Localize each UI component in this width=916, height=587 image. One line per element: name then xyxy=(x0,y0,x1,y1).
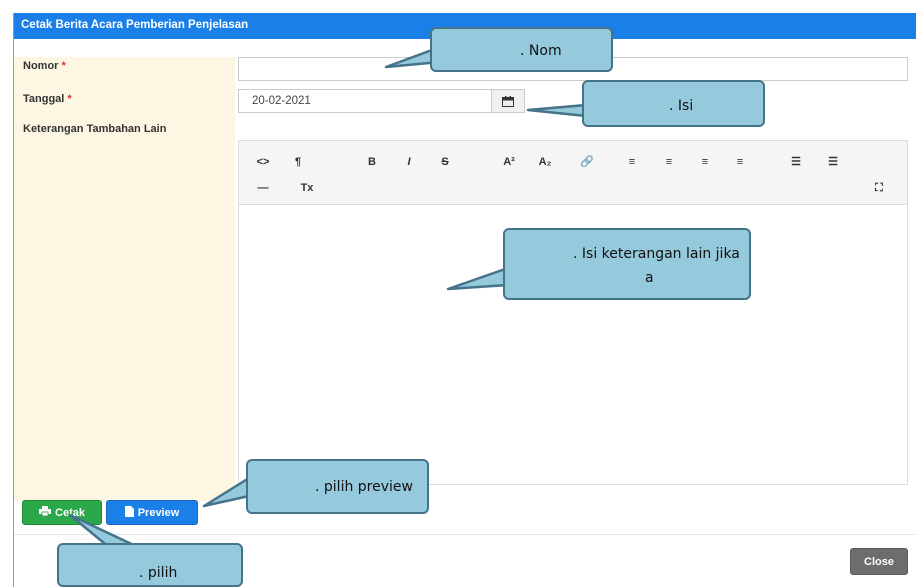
callout-cetak: . pilih xyxy=(57,543,243,587)
callout-pointers xyxy=(68,48,588,550)
callout-tanggal: . Isi xyxy=(582,80,765,127)
callout-nomor: . Nom xyxy=(430,27,613,72)
callout-keterangan: . Isi keterangan lain jika a xyxy=(503,228,751,300)
callout-preview: . pilih preview xyxy=(246,459,429,514)
